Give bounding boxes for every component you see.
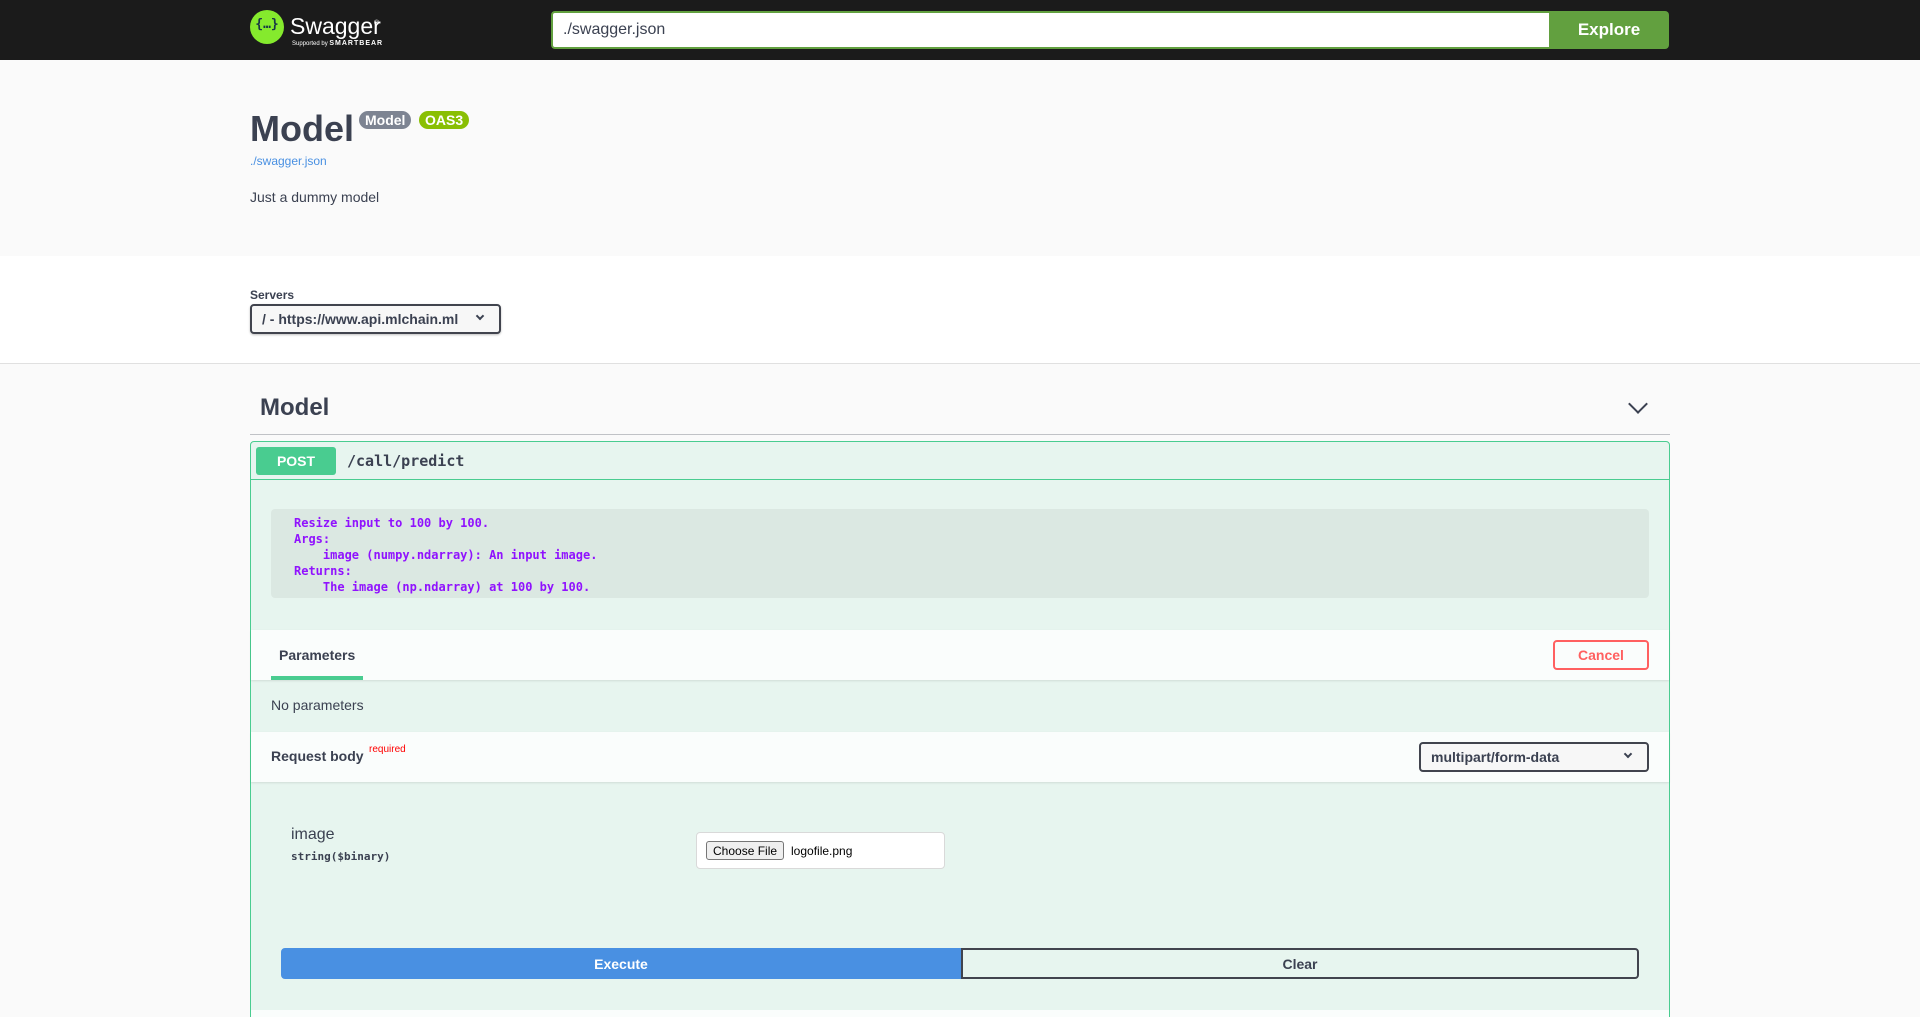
- tag-name: Model: [260, 394, 330, 421]
- operation-block: POST /call/predict Resize input to 100 b…: [250, 441, 1670, 1017]
- param-name: image: [291, 826, 335, 843]
- choose-file-button[interactable]: Choose File: [706, 841, 785, 860]
- logo-company: SMARTBEAR: [329, 40, 384, 47]
- servers-section: Servers / - https://www.api.mlchain.ml: [0, 256, 1920, 364]
- execute-wrapper: Execute Clear: [281, 948, 1639, 979]
- chevron-down-icon: [475, 311, 485, 321]
- page-title: Model: [250, 108, 354, 149]
- parameters-header: Parameters Cancel: [251, 630, 1669, 680]
- topbar: {…} Swagger ® Supported by SMARTBEAR Exp…: [0, 0, 1920, 60]
- spec-link[interactable]: ./swagger.json: [250, 154, 327, 168]
- tag-header[interactable]: Model: [250, 385, 1670, 435]
- logo-tagline: Supported by SMARTBEAR: [292, 40, 383, 47]
- api-description: Just a dummy model: [250, 189, 380, 205]
- swagger-logo-icon: {…}: [250, 10, 284, 44]
- docstring-text: Resize input to 100 by 100. Args: image …: [294, 516, 598, 594]
- execute-button[interactable]: Execute: [281, 948, 961, 979]
- servers-label: Servers: [250, 288, 295, 302]
- file-input[interactable]: Choose File logofile.png: [696, 832, 945, 869]
- logo-trademark: ®: [374, 20, 380, 27]
- spec-url-input[interactable]: [551, 11, 1550, 49]
- tab-parameters[interactable]: Parameters: [271, 630, 364, 680]
- operation-description: Resize input to 100 by 100. Args: image …: [271, 509, 1649, 598]
- version-badge: Model: [359, 111, 412, 129]
- swagger-logo[interactable]: {…} Swagger ® Supported by SMARTBEAR: [250, 10, 400, 52]
- no-parameters-text: No parameters: [271, 697, 364, 713]
- content-type-select[interactable]: multipart/form-data: [1419, 742, 1649, 772]
- oas-badge: OAS3: [419, 111, 470, 129]
- param-type: string($binary): [291, 850, 391, 863]
- operation-summary[interactable]: POST /call/predict: [251, 442, 1669, 480]
- explore-button[interactable]: Explore: [1549, 11, 1669, 49]
- selected-file-name: logofile.png: [791, 844, 853, 858]
- servers-selected-value: / - https://www.api.mlchain.ml: [262, 311, 459, 327]
- request-body-title: Request body: [271, 748, 364, 764]
- required-marker: required: [369, 744, 406, 755]
- request-body-header: Request body required multipart/form-dat…: [251, 732, 1669, 782]
- method-badge: POST: [256, 447, 336, 475]
- cancel-button[interactable]: Cancel: [1553, 640, 1649, 670]
- clear-button[interactable]: Clear: [961, 948, 1639, 979]
- servers-select[interactable]: / - https://www.api.mlchain.ml: [250, 304, 501, 334]
- responses-header: [251, 1010, 1669, 1017]
- logo-name: Swagger: [290, 13, 381, 39]
- content-type-value: multipart/form-data: [1431, 749, 1560, 765]
- chevron-down-icon: [1623, 749, 1633, 759]
- info-section: Model Model OAS3 ./swagger.json Just a d…: [0, 60, 1920, 256]
- operation-path: /call/predict: [347, 452, 465, 470]
- chevron-down-icon[interactable]: [1628, 394, 1648, 414]
- logo-supported-by: Supported by: [292, 41, 328, 47]
